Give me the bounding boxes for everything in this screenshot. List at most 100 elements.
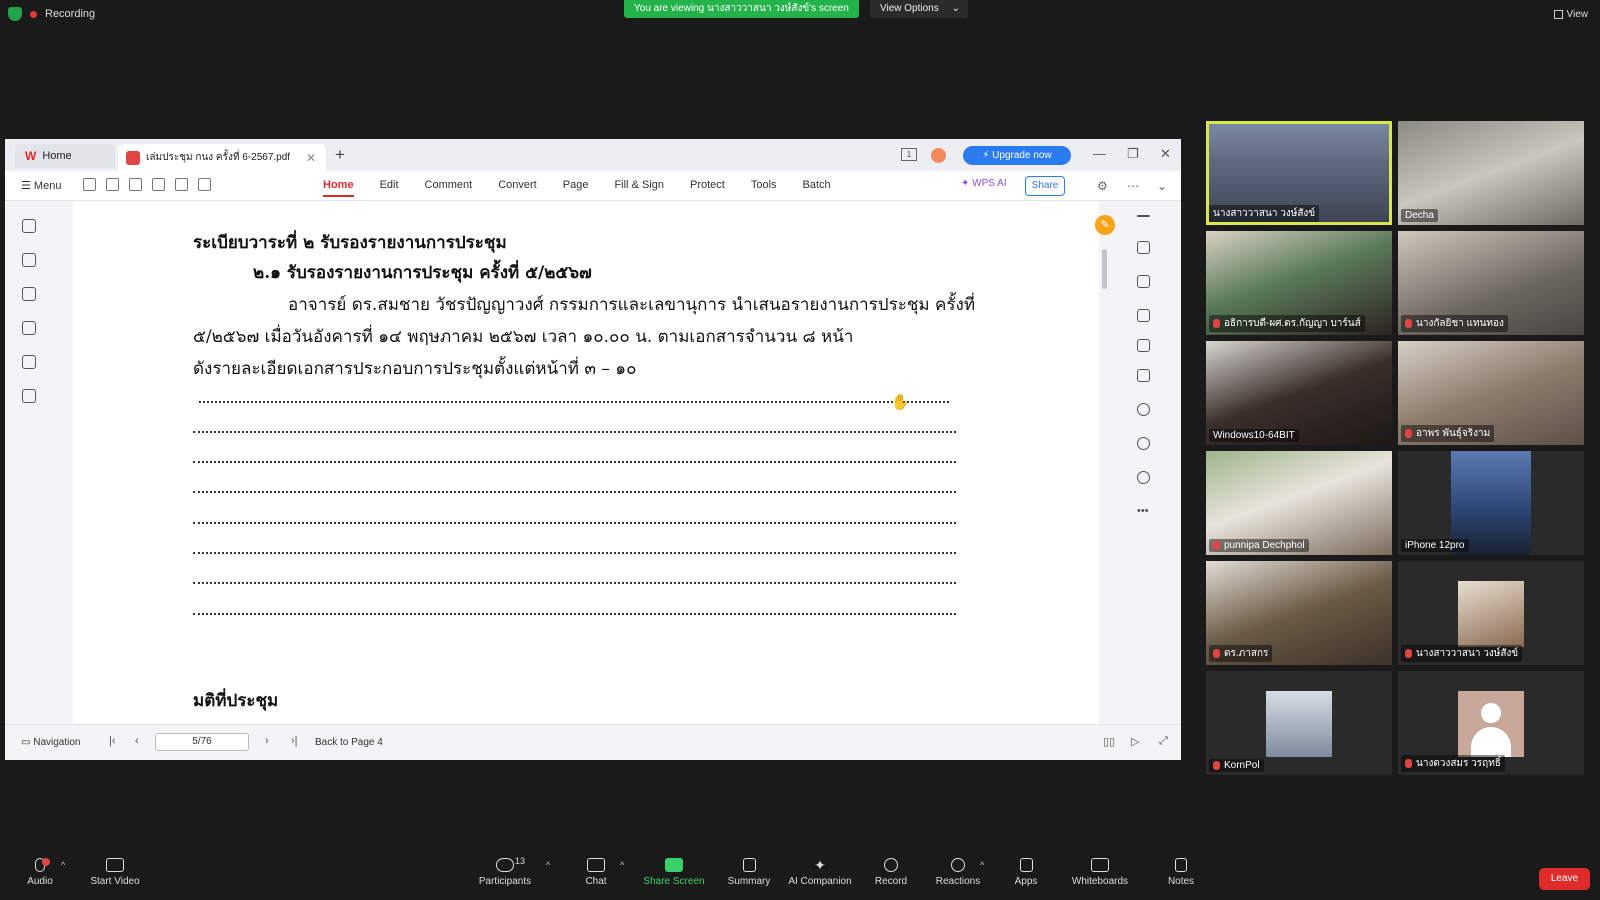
- redo-icon[interactable]: [198, 178, 211, 191]
- minimize-icon[interactable]: —: [1093, 146, 1106, 161]
- open-folder-icon[interactable]: [83, 178, 96, 191]
- participant-tile[interactable]: Decha: [1398, 121, 1584, 225]
- participant-tile[interactable]: นางสาววาสนา วงษ์สังข์: [1206, 121, 1392, 225]
- collapse-ribbon-icon[interactable]: ⌄: [1157, 179, 1167, 193]
- vertical-scrollbar[interactable]: [1102, 209, 1107, 721]
- settings-gear-icon[interactable]: ⚙: [1097, 179, 1108, 193]
- window-count-icon[interactable]: 1: [901, 148, 917, 161]
- view-options-label: View Options: [880, 3, 939, 14]
- tab-document-label: เล่มประชุม กนง ครั้งที่ 6-2567.pdf: [146, 152, 291, 163]
- leave-button[interactable]: Leave: [1539, 868, 1590, 890]
- participants-button[interactable]: 13 Participants: [465, 856, 545, 887]
- dotted-line: [193, 461, 956, 463]
- participant-tile[interactable]: punnipa Dechphol: [1206, 451, 1392, 555]
- previous-page-icon[interactable]: ‹: [135, 735, 139, 747]
- ribbon-tab-comment[interactable]: Comment: [425, 179, 473, 197]
- apps-button[interactable]: Apps: [986, 858, 1066, 887]
- fullscreen-icon[interactable]: ⤢: [1159, 735, 1168, 748]
- signature-icon[interactable]: [22, 355, 36, 369]
- ribbon-tab-page[interactable]: Page: [563, 179, 589, 197]
- save-icon[interactable]: [106, 178, 119, 191]
- start-video-button[interactable]: Start Video: [75, 858, 155, 887]
- participant-tile[interactable]: ดร.ภาสกร: [1206, 561, 1392, 665]
- more-options-icon[interactable]: ⋯: [1127, 179, 1139, 193]
- view-options-button[interactable]: View Options ⌄: [870, 0, 968, 18]
- audio-button[interactable]: Audio: [0, 858, 80, 887]
- participant-tile[interactable]: iPhone 12pro: [1398, 451, 1584, 555]
- audio-alert-badge: [42, 858, 50, 866]
- first-page-icon[interactable]: |‹: [109, 735, 116, 747]
- participant-tile[interactable]: Windows10-64BIT: [1206, 341, 1392, 445]
- participant-tile[interactable]: อธิการบดี-ผศ.ดร.กัญญา บาร์นส์: [1206, 231, 1392, 335]
- vertical-scroll-thumb[interactable]: [1102, 249, 1107, 289]
- smiley-icon[interactable]: [1137, 471, 1150, 484]
- tab-home[interactable]: W Home: [15, 144, 115, 168]
- edit-text-icon[interactable]: [1137, 241, 1150, 254]
- meeting-top-bar: Recording You are viewing นางสาววาสนา วง…: [0, 0, 1600, 34]
- ribbon-tab-fill-sign[interactable]: Fill & Sign: [614, 179, 664, 197]
- audio-options-caret-icon[interactable]: ^: [61, 860, 65, 870]
- notes-button[interactable]: Notes: [1141, 858, 1221, 887]
- next-page-icon[interactable]: ›: [265, 735, 269, 747]
- ribbon-tab-protect[interactable]: Protect: [690, 179, 725, 197]
- hand-tool-icon[interactable]: [152, 178, 165, 191]
- restore-icon[interactable]: ❐: [1127, 146, 1139, 162]
- close-window-icon[interactable]: ✕: [1160, 146, 1171, 162]
- ribbon-tab-tools[interactable]: Tools: [751, 179, 777, 197]
- ribbon-tab-batch[interactable]: Batch: [803, 179, 831, 197]
- participant-tile[interactable]: นางดวงสมร วรฤทธิ์: [1398, 671, 1584, 775]
- ai-companion-button[interactable]: ✦ AI Companion: [780, 858, 860, 887]
- thumbnail-icon[interactable]: [22, 253, 36, 267]
- more-tools-icon[interactable]: •••: [1137, 505, 1150, 518]
- page-number-input[interactable]: 5/76: [155, 733, 249, 751]
- outline-icon[interactable]: [1137, 339, 1150, 352]
- wps-ai-button[interactable]: ✦ WPS AI: [961, 178, 1007, 189]
- extract-icon[interactable]: [1137, 369, 1150, 382]
- reading-mode-icon[interactable]: ▯▯: [1103, 735, 1115, 748]
- export-icon[interactable]: [1137, 275, 1150, 288]
- profile-picture: [1266, 691, 1332, 757]
- undo-icon[interactable]: [175, 178, 188, 191]
- ribbon-tab-home[interactable]: Home: [323, 179, 354, 197]
- ribbon-tab-edit[interactable]: Edit: [380, 179, 399, 197]
- hamburger-icon: ☰: [21, 180, 34, 192]
- security-shield-icon[interactable]: [8, 7, 22, 21]
- sparkle-icon: ✦: [814, 857, 826, 873]
- ribbon-tab-convert[interactable]: Convert: [498, 179, 537, 197]
- back-to-page-link[interactable]: Back to Page 4: [315, 737, 383, 748]
- attachment-icon[interactable]: [22, 321, 36, 335]
- comment-icon[interactable]: [22, 287, 36, 301]
- collapse-panel-icon[interactable]: [1137, 215, 1150, 217]
- participant-tile[interactable]: อาพร พันธุ์จริงาม: [1398, 341, 1584, 445]
- reactions-caret-icon[interactable]: ^: [980, 860, 984, 870]
- new-tab-button[interactable]: +: [335, 145, 345, 165]
- sign-icon[interactable]: [1137, 309, 1150, 322]
- close-tab-icon[interactable]: ✕: [306, 151, 316, 165]
- tab-document[interactable]: เล่มประชุม กนง ครั้งที่ 6-2567.pdf ✕: [118, 144, 326, 171]
- participants-caret-icon[interactable]: ^: [546, 860, 550, 870]
- view-layout-button[interactable]: View: [1553, 9, 1588, 20]
- participant-tile[interactable]: KornPol: [1206, 671, 1392, 775]
- whiteboards-button[interactable]: Whiteboards: [1060, 858, 1140, 887]
- help-icon[interactable]: [1137, 437, 1150, 450]
- summary-button[interactable]: Summary: [709, 858, 789, 887]
- menu-button[interactable]: ☰ Menu: [21, 179, 61, 192]
- user-avatar[interactable]: [931, 148, 946, 163]
- play-icon[interactable]: ▷: [1131, 735, 1139, 748]
- upgrade-now-button[interactable]: ⚡ Upgrade now: [963, 146, 1071, 165]
- last-page-icon[interactable]: ›|: [291, 735, 298, 747]
- print-icon[interactable]: [129, 178, 142, 191]
- participant-tile[interactable]: นางสาววาสนา วงษ์สังข์: [1398, 561, 1584, 665]
- share-button[interactable]: Share: [1025, 176, 1065, 196]
- recording-indicator[interactable]: Recording: [8, 7, 95, 21]
- participant-tile[interactable]: นางกัลยิชา แทนทอง: [1398, 231, 1584, 335]
- navigation-button[interactable]: ▭ Navigation: [21, 737, 81, 748]
- chat-caret-icon[interactable]: ^: [620, 860, 624, 870]
- mic-muted-icon: [1213, 649, 1220, 658]
- layers-icon[interactable]: [22, 389, 36, 403]
- participant-name: นางสาววาสนา วงษ์สังข์: [1401, 645, 1523, 662]
- search-icon[interactable]: [1137, 403, 1150, 416]
- chevron-down-icon: ⌄: [951, 3, 960, 14]
- share-screen-button[interactable]: Share Screen: [634, 858, 714, 887]
- bookmark-icon[interactable]: [22, 219, 36, 233]
